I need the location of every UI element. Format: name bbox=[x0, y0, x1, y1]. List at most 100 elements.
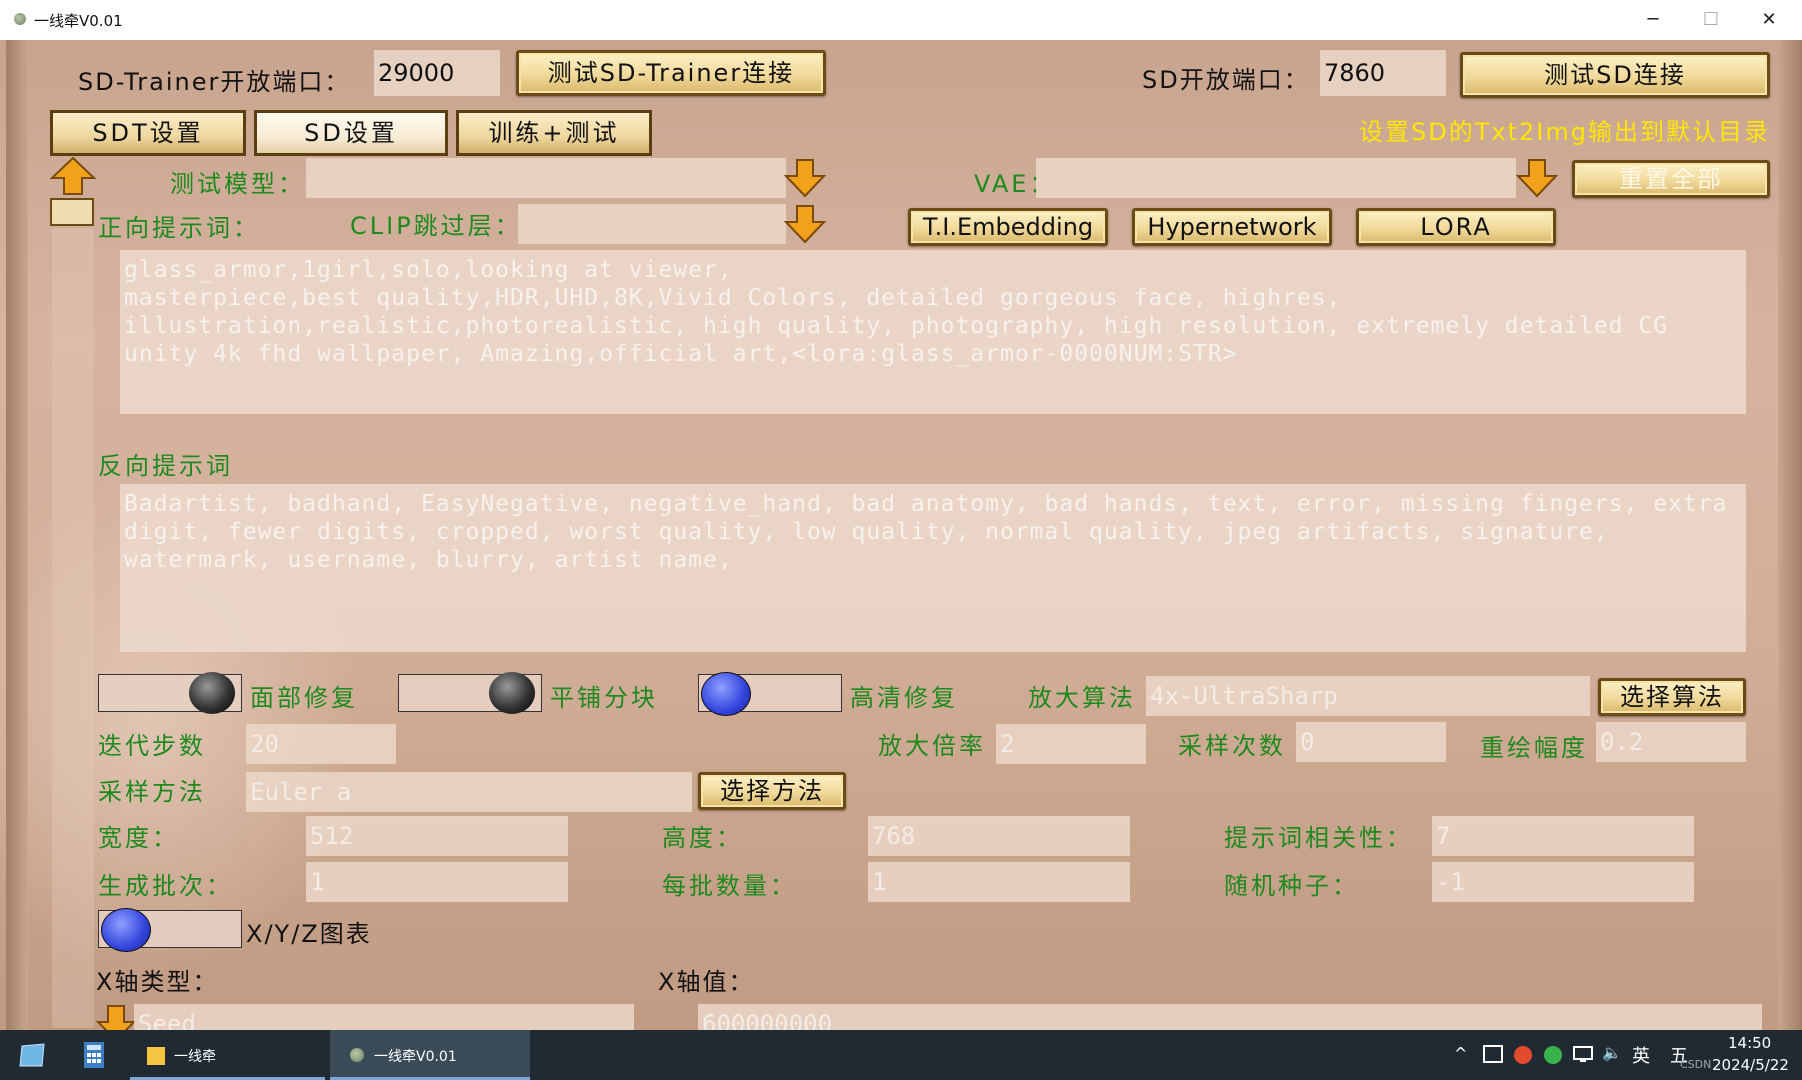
sdt-port-label: SD-Trainer开放端口： bbox=[78, 68, 351, 96]
cfg-scale-input[interactable]: 7 bbox=[1432, 816, 1694, 856]
positive-prompt-textarea[interactable]: glass_armor,1girl,solo,looking at viewer… bbox=[120, 250, 1746, 414]
hypernetwork-button[interactable]: Hypernetwork bbox=[1132, 208, 1332, 246]
sdt-port-input[interactable]: 29000 bbox=[374, 50, 500, 96]
test-sd-connection-button[interactable]: 测试SD连接 bbox=[1460, 52, 1770, 98]
watermark: CSDN bbox=[1680, 1058, 1712, 1071]
steps-input[interactable]: 20 bbox=[246, 724, 396, 764]
test-model-input[interactable] bbox=[306, 158, 786, 198]
denoise-strength-input[interactable]: 0.2 bbox=[1596, 722, 1746, 762]
notice-text: 设置SD的Txt2Img输出到默认目录 bbox=[1359, 118, 1770, 146]
sampler-label: 采样方法 bbox=[98, 778, 206, 806]
start-icon[interactable] bbox=[18, 1042, 48, 1068]
tab-sdt-settings[interactable]: SDT设置 bbox=[50, 110, 246, 156]
app-client-area: SD-Trainer开放端口： 29000 测试SD-Trainer连接 SD开… bbox=[0, 40, 1802, 1030]
lora-button[interactable]: LORA bbox=[1356, 208, 1556, 246]
clip-skip-label: CLIP跳过层： bbox=[350, 212, 522, 240]
x-axis-type-input[interactable]: Seed bbox=[134, 1004, 634, 1030]
face-restore-toggle[interactable] bbox=[98, 672, 242, 714]
qq-icon[interactable] bbox=[1514, 1046, 1532, 1064]
reset-all-button[interactable]: 重置全部 bbox=[1572, 160, 1770, 198]
app-icon bbox=[14, 13, 26, 25]
vae-input[interactable] bbox=[1036, 158, 1516, 198]
batch-size-input[interactable]: 1 bbox=[868, 862, 1130, 902]
chevron-up-icon[interactable]: ^ bbox=[1454, 1044, 1467, 1063]
positive-prompt-label: 正向提示词： bbox=[98, 214, 260, 242]
clip-skip-input[interactable] bbox=[518, 204, 786, 244]
upscale-factor-label: 放大倍率 bbox=[878, 732, 986, 760]
taskbar-item-app[interactable]: 一线牵V0.01 bbox=[330, 1030, 530, 1080]
sd-port-label: SD开放端口： bbox=[1142, 66, 1310, 94]
x-axis-values-input[interactable]: 600000000 bbox=[698, 1004, 1762, 1030]
right-frame bbox=[1778, 40, 1802, 1030]
taskbar-item-label: 一线牵 bbox=[174, 1049, 216, 1065]
tab-sd-settings[interactable]: SD设置 bbox=[254, 110, 448, 156]
calculator-icon[interactable] bbox=[82, 1040, 106, 1070]
batch-count-input[interactable]: 1 bbox=[306, 862, 568, 902]
xyz-plot-toggle[interactable] bbox=[98, 908, 242, 952]
x-axis-type-label: X轴类型： bbox=[96, 968, 219, 996]
steps-label: 迭代步数 bbox=[98, 732, 206, 760]
face-restore-label: 面部修复 bbox=[250, 684, 358, 712]
choose-upscaler-button[interactable]: 选择算法 bbox=[1598, 678, 1746, 716]
hires-fix-label: 高清修复 bbox=[850, 684, 958, 712]
app-icon bbox=[350, 1048, 364, 1062]
volume-icon[interactable]: 🔈 bbox=[1602, 1043, 1622, 1062]
xyz-plot-toggle-knob bbox=[101, 908, 151, 952]
tiling-label: 平铺分块 bbox=[550, 684, 658, 712]
x-axis-type-dropdown-arrow-icon[interactable] bbox=[96, 1004, 136, 1030]
negative-prompt-label: 反向提示词 bbox=[98, 452, 233, 480]
test-model-label: 测试模型： bbox=[170, 170, 305, 198]
wechat-icon[interactable] bbox=[1544, 1046, 1562, 1064]
folder-icon bbox=[147, 1047, 165, 1065]
scroll-up-arrow-icon[interactable] bbox=[50, 156, 96, 196]
maximize-button[interactable]: ☐ bbox=[1688, 6, 1734, 34]
scrollbar-track[interactable] bbox=[52, 228, 94, 1028]
taskbar-item-label: 一线牵V0.01 bbox=[374, 1049, 457, 1065]
sampler-input[interactable]: Euler a bbox=[246, 772, 692, 812]
upscaler-input[interactable]: 4x-UltraSharp bbox=[1146, 676, 1590, 716]
window-title: 一线牵V0.01 bbox=[34, 12, 123, 30]
upscaler-label: 放大算法 bbox=[1028, 684, 1136, 712]
hires-steps-input[interactable]: 0 bbox=[1296, 722, 1446, 762]
clock-time[interactable]: 14:50 bbox=[1728, 1034, 1771, 1052]
height-label: 高度： bbox=[662, 824, 743, 852]
ime-indicator[interactable]: 英 bbox=[1632, 1042, 1650, 1068]
tiling-toggle[interactable] bbox=[398, 672, 542, 714]
seed-input[interactable]: -1 bbox=[1432, 862, 1694, 902]
hires-fix-toggle[interactable] bbox=[698, 672, 842, 716]
vae-dropdown-arrow-icon[interactable] bbox=[1516, 158, 1558, 198]
sd-port-input[interactable]: 7860 bbox=[1320, 50, 1446, 96]
hires-steps-label: 采样次数 bbox=[1178, 732, 1286, 760]
taskbar: 一线牵 一线牵V0.01 ^ 🔈 英 五 14:50 CSDN 2024/5/2… bbox=[0, 1030, 1802, 1080]
clip-skip-dropdown-arrow-icon[interactable] bbox=[784, 204, 826, 244]
clock-date[interactable]: 2024/5/22 bbox=[1712, 1056, 1789, 1074]
tiling-toggle-knob bbox=[489, 672, 535, 714]
upscale-factor-input[interactable]: 2 bbox=[996, 724, 1146, 764]
ti-embedding-button[interactable]: T.I.Embedding bbox=[908, 208, 1108, 246]
batch-count-label: 生成批次： bbox=[98, 872, 233, 900]
test-model-dropdown-arrow-icon[interactable] bbox=[784, 158, 826, 198]
negative-prompt-textarea[interactable]: Badartist, badhand, EasyNegative, negati… bbox=[120, 484, 1746, 652]
title-bar: 一线牵V0.01 ─ ☐ ✕ bbox=[0, 0, 1802, 41]
height-input[interactable]: 768 bbox=[868, 816, 1130, 856]
denoise-strength-label: 重绘幅度 bbox=[1480, 734, 1588, 762]
minimize-button[interactable]: ─ bbox=[1630, 6, 1676, 34]
width-input[interactable]: 512 bbox=[306, 816, 568, 856]
taskbar-item-folder[interactable]: 一线牵 bbox=[130, 1030, 325, 1080]
batch-size-label: 每批数量： bbox=[662, 872, 797, 900]
network-icon[interactable] bbox=[1572, 1044, 1594, 1064]
close-button[interactable]: ✕ bbox=[1746, 6, 1792, 34]
x-axis-values-label: X轴值： bbox=[658, 968, 755, 996]
width-label: 宽度： bbox=[98, 824, 179, 852]
seed-label: 随机种子： bbox=[1224, 872, 1359, 900]
cfg-scale-label: 提示词相关性： bbox=[1224, 824, 1413, 852]
hires-fix-toggle-knob bbox=[701, 672, 751, 716]
choose-sampler-button[interactable]: 选择方法 bbox=[698, 772, 846, 810]
face-restore-toggle-knob bbox=[189, 672, 235, 714]
tray-app-icon[interactable] bbox=[1482, 1044, 1504, 1064]
test-sdt-connection-button[interactable]: 测试SD-Trainer连接 bbox=[516, 50, 826, 96]
scrollbar-thumb[interactable] bbox=[50, 198, 94, 226]
tab-train-test[interactable]: 训练+测试 bbox=[456, 110, 652, 156]
left-frame bbox=[6, 40, 28, 1030]
xyz-plot-label: X/Y/Z图表 bbox=[246, 920, 372, 948]
